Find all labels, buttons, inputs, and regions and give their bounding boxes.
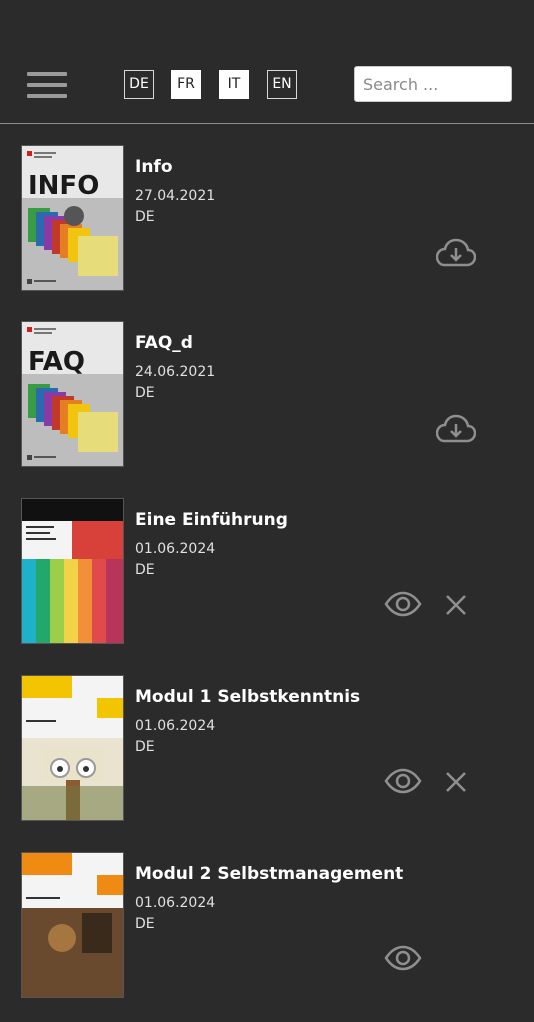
close-icon[interactable]: [445, 594, 467, 620]
document-title[interactable]: Modul 1 Selbstkenntnis: [135, 687, 360, 707]
document-cover-einfuehrung[interactable]: [21, 498, 124, 644]
eye-icon[interactable]: [384, 591, 422, 621]
document-cover-faq[interactable]: FAQ: [21, 321, 124, 467]
list-item[interactable]: Modul 1 Selbstkenntnis 01.06.2024 DE: [0, 675, 534, 845]
cover-text: INFO: [28, 171, 99, 201]
document-date: 24.06.2021: [135, 364, 216, 380]
document-date: 27.04.2021: [135, 188, 216, 204]
list-item[interactable]: FAQ FAQ_d 24.06.2021 DE: [0, 321, 534, 491]
document-language: DE: [135, 209, 155, 225]
list-item[interactable]: Eine Einführung 01.06.2024 DE: [0, 498, 534, 668]
document-cover-info[interactable]: INFO: [21, 145, 124, 291]
top-bar: DE FR IT EN: [0, 0, 534, 124]
cloud-download-icon[interactable]: [435, 414, 477, 448]
search-input[interactable]: [354, 66, 512, 102]
eye-icon[interactable]: [384, 768, 422, 798]
language-fr-button[interactable]: FR: [171, 70, 201, 99]
document-cover-modul1[interactable]: [21, 675, 124, 821]
list-item[interactable]: INFO Info 27.04.2021 DE: [0, 145, 534, 315]
document-date: 01.06.2024: [135, 718, 216, 734]
document-title[interactable]: FAQ_d: [135, 333, 193, 353]
document-language: DE: [135, 385, 155, 401]
document-language: DE: [135, 916, 155, 932]
document-title[interactable]: Eine Einführung: [135, 510, 288, 530]
document-title[interactable]: Info: [135, 157, 173, 177]
document-title[interactable]: Modul 2 Selbstmanagement: [135, 864, 403, 884]
list-item[interactable]: Modul 2 Selbstmanagement 01.06.2024 DE: [0, 852, 534, 1022]
language-de-button[interactable]: DE: [124, 70, 154, 99]
cloud-download-icon[interactable]: [435, 238, 477, 272]
language-en-button[interactable]: EN: [267, 70, 297, 99]
language-it-button[interactable]: IT: [219, 70, 249, 99]
close-icon[interactable]: [445, 771, 467, 797]
document-language: DE: [135, 739, 155, 755]
cover-text: FAQ: [28, 347, 85, 377]
document-language: DE: [135, 562, 155, 578]
hamburger-menu-icon[interactable]: [27, 72, 67, 98]
document-date: 01.06.2024: [135, 541, 216, 557]
document-date: 01.06.2024: [135, 895, 216, 911]
document-cover-modul2[interactable]: [21, 852, 124, 998]
